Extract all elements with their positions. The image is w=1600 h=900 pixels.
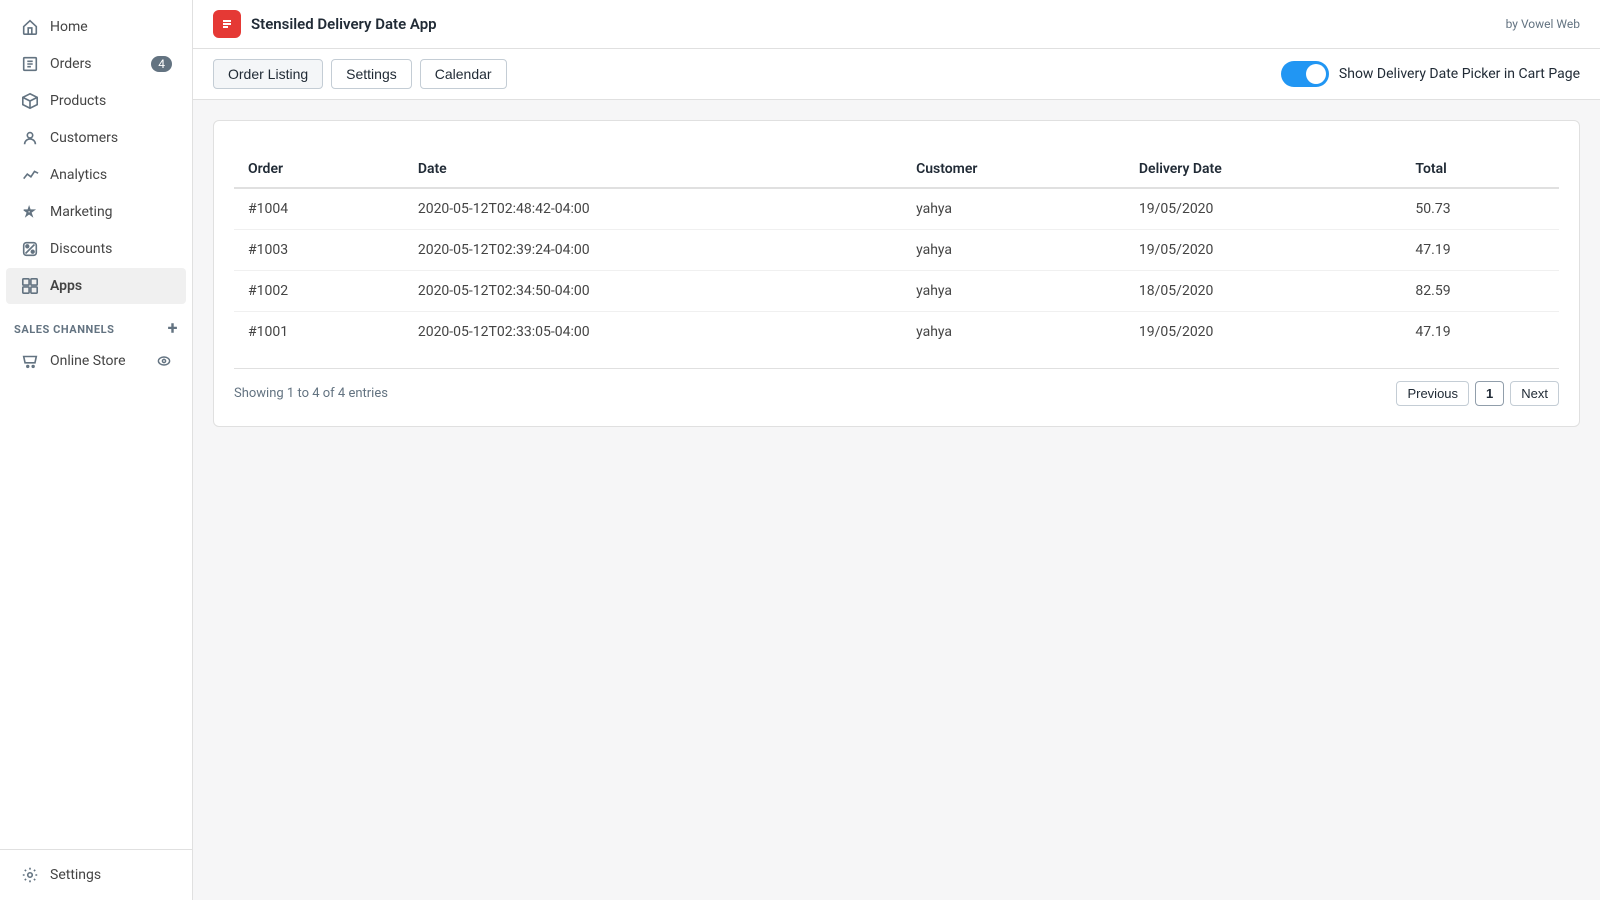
sidebar-item-apps[interactable]: Apps xyxy=(6,268,186,304)
cell-order-1: #1003 xyxy=(234,230,404,271)
pagination-info: Showing 1 to 4 of 4 entries xyxy=(234,386,388,401)
delivery-date-toggle[interactable] xyxy=(1281,61,1329,87)
settings-icon xyxy=(20,865,40,885)
sidebar-item-online-store-label: Online Store xyxy=(50,353,126,369)
sales-channels-label: SALES CHANNELS xyxy=(14,323,114,336)
col-order: Order xyxy=(234,151,404,188)
customers-icon xyxy=(20,128,40,148)
cell-delivery-date-2: 18/05/2020 xyxy=(1125,271,1401,312)
sidebar-item-settings-label: Settings xyxy=(50,867,101,883)
pagination-page-1-button[interactable]: 1 xyxy=(1475,381,1504,406)
settings-button[interactable]: Settings xyxy=(331,59,412,89)
col-total: Total xyxy=(1401,151,1559,188)
toggle-track xyxy=(1281,61,1329,87)
app-logo xyxy=(213,10,241,38)
orders-icon xyxy=(20,54,40,74)
toolbar-buttons: Order Listing Settings Calendar xyxy=(213,59,507,89)
table-row[interactable]: #1001 2020-05-12T02:33:05-04:00 yahya 19… xyxy=(234,312,1559,353)
sidebar-item-customers[interactable]: Customers xyxy=(6,120,186,156)
sidebar-item-customers-label: Customers xyxy=(50,130,118,146)
table-row[interactable]: #1002 2020-05-12T02:34:50-04:00 yahya 18… xyxy=(234,271,1559,312)
app-title: Stensiled Delivery Date App xyxy=(251,15,437,33)
col-delivery-date: Delivery Date xyxy=(1125,151,1401,188)
sidebar-item-marketing-label: Marketing xyxy=(50,204,113,220)
pagination-previous-button[interactable]: Previous xyxy=(1396,381,1469,406)
cell-total-1: 47.19 xyxy=(1401,230,1559,271)
pagination: Showing 1 to 4 of 4 entries Previous 1 N… xyxy=(234,368,1559,406)
cell-date-3: 2020-05-12T02:33:05-04:00 xyxy=(404,312,902,353)
toggle-thumb xyxy=(1306,64,1326,84)
online-store-icon xyxy=(20,351,40,371)
sidebar-item-products-label: Products xyxy=(50,93,106,109)
cell-order-0: #1004 xyxy=(234,188,404,230)
col-customer: Customer xyxy=(902,151,1125,188)
app-by-label: by Vowel Web xyxy=(1506,17,1580,31)
cell-customer-0: yahya xyxy=(902,188,1125,230)
sidebar-item-apps-label: Apps xyxy=(50,278,82,294)
sidebar-item-discounts[interactable]: Discounts xyxy=(6,231,186,267)
cell-order-2: #1002 xyxy=(234,271,404,312)
sidebar-item-products[interactable]: Products xyxy=(6,83,186,119)
cell-order-3: #1001 xyxy=(234,312,404,353)
orders-table: Order Date Customer Delivery Date Total … xyxy=(234,151,1559,352)
cell-customer-3: yahya xyxy=(902,312,1125,353)
cell-date-1: 2020-05-12T02:39:24-04:00 xyxy=(404,230,902,271)
sidebar-item-discounts-label: Discounts xyxy=(50,241,112,257)
apps-icon xyxy=(20,276,40,296)
cell-date-0: 2020-05-12T02:48:42-04:00 xyxy=(404,188,902,230)
pagination-controls: Previous 1 Next xyxy=(1396,381,1559,406)
table-body: #1004 2020-05-12T02:48:42-04:00 yahya 19… xyxy=(234,188,1559,352)
app-header-left: Stensiled Delivery Date App xyxy=(213,10,437,38)
cell-total-0: 50.73 xyxy=(1401,188,1559,230)
cell-total-3: 47.19 xyxy=(1401,312,1559,353)
sidebar-item-analytics[interactable]: Analytics xyxy=(6,157,186,193)
add-sales-channel-button[interactable]: + xyxy=(168,320,178,338)
sidebar-item-home[interactable]: Home xyxy=(6,9,186,45)
orders-card: Order Date Customer Delivery Date Total … xyxy=(213,120,1580,427)
cell-total-2: 82.59 xyxy=(1401,271,1559,312)
sidebar-item-orders[interactable]: Orders 4 xyxy=(6,46,186,82)
analytics-icon xyxy=(20,165,40,185)
sidebar-item-online-store[interactable]: Online Store xyxy=(6,343,186,379)
cell-customer-1: yahya xyxy=(902,230,1125,271)
discounts-icon xyxy=(20,239,40,259)
main-content: Stensiled Delivery Date App by Vowel Web… xyxy=(193,0,1600,900)
calendar-button[interactable]: Calendar xyxy=(420,59,507,89)
home-icon xyxy=(20,17,40,37)
sidebar-item-marketing[interactable]: Marketing xyxy=(6,194,186,230)
order-listing-button[interactable]: Order Listing xyxy=(213,59,323,89)
sidebar-item-home-label: Home xyxy=(50,19,88,35)
online-store-eye-icon[interactable] xyxy=(156,353,172,369)
toolbar: Order Listing Settings Calendar Show Del… xyxy=(193,49,1600,100)
pagination-next-button[interactable]: Next xyxy=(1510,381,1559,406)
sidebar-item-orders-label: Orders xyxy=(50,56,92,72)
toggle-container: Show Delivery Date Picker in Cart Page xyxy=(1281,61,1580,87)
cell-delivery-date-3: 19/05/2020 xyxy=(1125,312,1401,353)
cell-customer-2: yahya xyxy=(902,271,1125,312)
sidebar-item-settings[interactable]: Settings xyxy=(6,857,186,893)
sidebar-item-analytics-label: Analytics xyxy=(50,167,107,183)
toggle-label: Show Delivery Date Picker in Cart Page xyxy=(1339,66,1580,82)
cell-delivery-date-1: 19/05/2020 xyxy=(1125,230,1401,271)
cell-delivery-date-0: 19/05/2020 xyxy=(1125,188,1401,230)
col-date: Date xyxy=(404,151,902,188)
table-row[interactable]: #1003 2020-05-12T02:39:24-04:00 yahya 19… xyxy=(234,230,1559,271)
marketing-icon xyxy=(20,202,40,222)
products-icon xyxy=(20,91,40,111)
cell-date-2: 2020-05-12T02:34:50-04:00 xyxy=(404,271,902,312)
table-row[interactable]: #1004 2020-05-12T02:48:42-04:00 yahya 19… xyxy=(234,188,1559,230)
table-header: Order Date Customer Delivery Date Total xyxy=(234,151,1559,188)
content-area: Order Date Customer Delivery Date Total … xyxy=(193,100,1600,900)
app-header: Stensiled Delivery Date App by Vowel Web xyxy=(193,0,1600,49)
sidebar: Home Orders 4 Products xyxy=(0,0,193,900)
orders-badge: 4 xyxy=(151,56,172,72)
sales-channels-header: SALES CHANNELS + xyxy=(0,310,192,342)
